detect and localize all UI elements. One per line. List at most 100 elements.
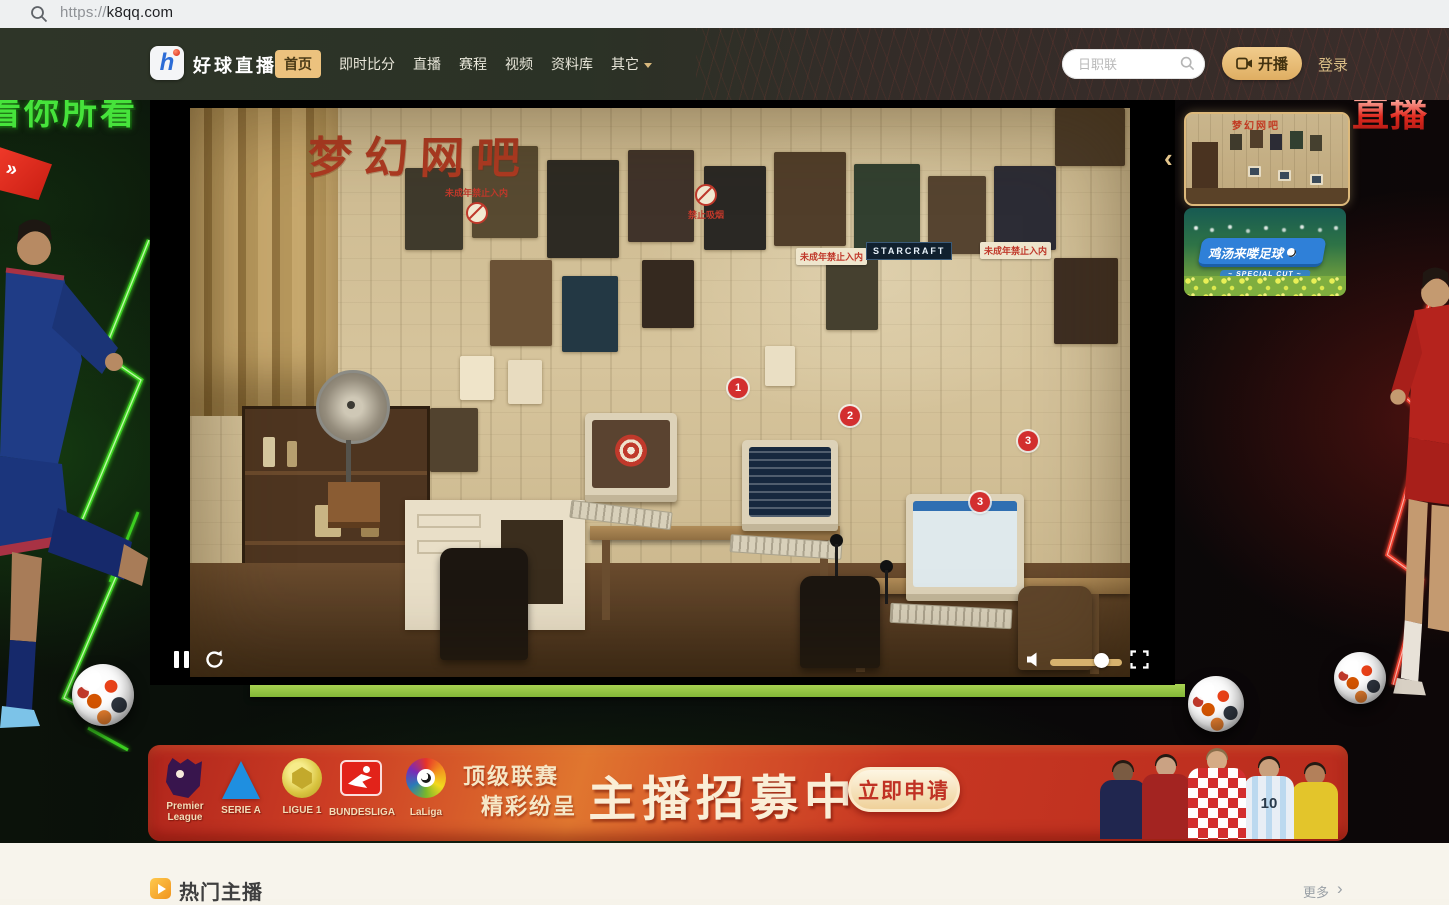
nav-item-schedule[interactable]: 赛程 — [459, 54, 487, 74]
mini-poster — [1230, 134, 1242, 150]
volume-slider[interactable] — [1050, 659, 1122, 666]
thumbnail-prev-chevron-icon[interactable]: ‹ — [1164, 143, 1173, 174]
mini-cabinet — [1192, 142, 1218, 188]
section-title: 热门主播 — [179, 876, 263, 905]
banner-player-modric — [1188, 751, 1246, 839]
video-content: 梦幻网吧 未成年禁止入内 禁止吸烟 未成年禁止入内 STARCRAFT 未成年禁… — [190, 108, 1130, 677]
fan-pole — [346, 440, 351, 484]
search-icon[interactable] — [1180, 56, 1195, 71]
microphone — [830, 534, 843, 582]
photo — [765, 346, 795, 386]
header-search[interactable] — [1062, 49, 1205, 79]
video-play-icon — [150, 878, 171, 899]
marker-2: 2 — [840, 406, 860, 426]
marker-1: 1 — [728, 378, 748, 398]
video-player[interactable]: 梦幻网吧 未成年禁止入内 禁止吸烟 未成年禁止入内 STARCRAFT 未成年禁… — [150, 100, 1175, 685]
desk-leg — [602, 540, 610, 620]
no-smoking-icon — [466, 202, 488, 224]
banner-headline: 主播招募中 — [588, 758, 859, 830]
poster — [562, 276, 618, 352]
mini-poster — [1310, 135, 1322, 151]
left-footballer-art — [0, 212, 150, 752]
right-footballer-art — [1372, 238, 1449, 708]
banner-player-ronaldo — [1142, 757, 1190, 839]
no-smoking-sign: 禁止吸烟 — [688, 184, 724, 221]
stadium-lights — [1194, 226, 1198, 230]
stream-thumbnail-active[interactable]: 梦幻网吧 — [1184, 112, 1350, 206]
poster — [430, 408, 478, 472]
league-label: LaLiga — [402, 807, 450, 818]
laliga-logo — [406, 758, 446, 798]
fullscreen-button[interactable] — [1130, 650, 1149, 669]
crt-monitor — [906, 494, 1024, 601]
browser-address-bar[interactable]: https://k8qq.com — [0, 0, 1449, 29]
url-domain: k8qq.com — [107, 4, 174, 21]
pause-button[interactable] — [174, 651, 189, 668]
url-scheme: https:// — [60, 4, 107, 21]
nav-item-live[interactable]: 直播 — [413, 54, 441, 74]
mini-desk — [1186, 188, 1348, 204]
thumbnail-title: 梦幻网吧 — [1232, 117, 1280, 132]
poster — [1054, 258, 1118, 344]
soccer-ball — [72, 664, 134, 726]
banner-player-neymar — [1292, 765, 1338, 839]
site-logo-icon[interactable]: h — [150, 46, 184, 80]
no-minors-sign: 未成年禁止入内 — [796, 248, 867, 265]
serie-a-logo — [222, 761, 260, 799]
replay-button[interactable] — [204, 649, 225, 670]
url-text[interactable]: https://k8qq.com — [60, 4, 173, 21]
poster — [628, 150, 694, 242]
premier-league-logo — [166, 758, 202, 798]
banner-player-mbappe — [1100, 763, 1146, 839]
no-smoking-icon — [695, 184, 717, 206]
league-label: Premier League — [154, 801, 216, 823]
scene-title: 梦幻网吧 — [307, 122, 533, 186]
thumbnail-title-bubble: 鸡汤来喽足球 — [1197, 238, 1326, 267]
jersey-number: 10 — [1244, 795, 1294, 812]
video-camera-icon — [1236, 57, 1253, 70]
poster — [994, 166, 1056, 250]
soccer-ball-icon — [1287, 248, 1296, 257]
chevron-down-icon — [644, 63, 652, 68]
logo-accent-dot — [173, 49, 180, 56]
marker-3b: 3 — [970, 492, 990, 512]
poster — [490, 260, 552, 346]
volume-slider-knob[interactable] — [1094, 653, 1109, 668]
flower-field — [1184, 276, 1346, 296]
apply-now-button[interactable]: 立即申请 — [848, 767, 960, 812]
nav-item-videos[interactable]: 视频 — [505, 54, 533, 74]
chair — [800, 576, 880, 668]
ligue-1-logo — [282, 758, 322, 798]
login-link[interactable]: 登录 — [1318, 54, 1348, 75]
nav-item-home[interactable]: 首页 — [275, 50, 321, 78]
stool — [328, 482, 380, 528]
search-input[interactable] — [1076, 50, 1180, 78]
no-minors-sign: 未成年禁止入内 — [980, 242, 1051, 259]
mini-monitor — [1278, 170, 1291, 181]
main-nav: 首页 即时比分 直播 赛程 视频 资料库 其它 — [275, 48, 652, 80]
crt-monitor — [585, 413, 677, 502]
chevron-right-icon[interactable]: › — [1337, 879, 1343, 899]
nav-item-database[interactable]: 资料库 — [551, 54, 593, 74]
nav-item-other[interactable]: 其它 — [611, 54, 652, 74]
league-label: SERIE A — [212, 805, 270, 816]
arrow-flag-badge: » — [0, 146, 52, 200]
anchor-recruitment-banner[interactable]: Premier League SERIE A LIGUE 1 BUNDESLIG… — [148, 745, 1348, 841]
start-broadcast-button[interactable]: 开播 — [1222, 47, 1302, 80]
poster — [642, 260, 694, 328]
poster — [1055, 108, 1125, 166]
soccer-ball — [1334, 652, 1386, 704]
volume-icon[interactable] — [1026, 652, 1044, 667]
more-link[interactable]: 更多 — [1303, 882, 1329, 901]
grass-stripe — [250, 684, 1185, 697]
poster — [774, 152, 846, 246]
nav-item-live-scores[interactable]: 即时比分 — [339, 54, 395, 74]
crt-monitor — [742, 440, 838, 531]
stream-thumbnail[interactable]: 鸡汤来喽足球 ~ SPECIAL CUT ~ — [1184, 208, 1346, 296]
broadcast-label: 开播 — [1258, 53, 1288, 74]
photo — [460, 356, 494, 400]
site-logo-text[interactable]: 好球直播 — [193, 52, 277, 78]
chair — [440, 548, 528, 660]
mini-poster — [1270, 134, 1282, 150]
search-icon — [30, 5, 48, 23]
